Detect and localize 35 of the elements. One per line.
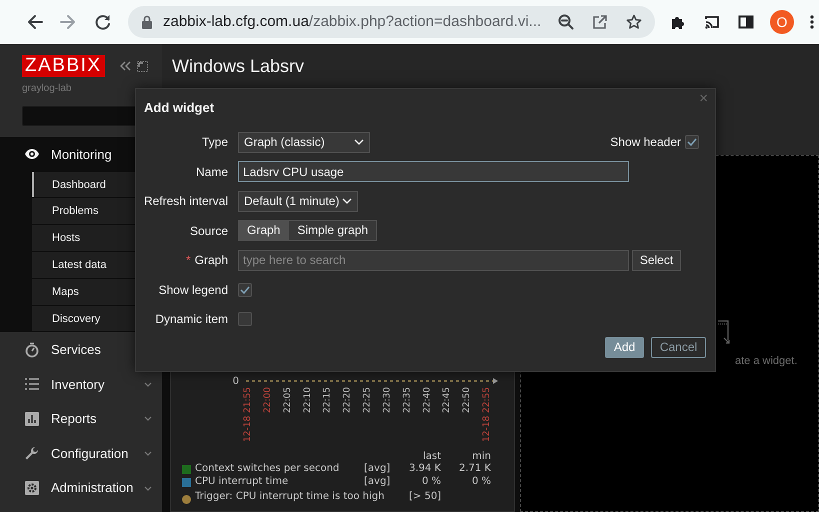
axis-tick-label: 0 xyxy=(232,376,239,386)
legend-value: 2.71 K xyxy=(458,463,491,476)
time-axis-label: 22:45 xyxy=(442,386,452,412)
time-axis-label: 12-18 21:55 xyxy=(243,386,253,442)
legend-label: CPU interrupt time xyxy=(195,476,290,488)
dashboard-title: Windows Labsrv xyxy=(162,44,819,88)
time-axis-label: 22:50 xyxy=(462,386,472,412)
time-axis-label: 22:25 xyxy=(362,386,372,412)
time-axis-label: 22:00 xyxy=(262,386,273,412)
field-label: Source xyxy=(188,222,228,240)
legend-function: [avg] xyxy=(364,463,392,476)
field-label: Show header xyxy=(610,134,681,151)
time-axis-label: 22:05 xyxy=(282,386,293,412)
legend-value: 0 % xyxy=(470,476,491,488)
time-axis-label: 22:20 xyxy=(342,386,353,412)
time-axis-label: 22:40 xyxy=(422,386,432,412)
legend-value: 3.94 K xyxy=(408,463,441,476)
time-axis-label: 22:15 xyxy=(322,386,333,412)
server-name: graylog-lab xyxy=(22,83,72,95)
legend-column-header: min xyxy=(471,450,491,463)
field-label: Type xyxy=(200,134,228,151)
add-widget-hint: ate a widget. xyxy=(735,354,798,369)
time-axis-label: 22:35 xyxy=(402,386,412,412)
time-axis-label: 12-18 22:55 xyxy=(482,386,492,442)
trigger-threshold: [> 50] xyxy=(409,491,442,504)
legend-label: Context switches per second xyxy=(195,463,340,476)
trigger-label: Trigger: CPU interrupt time is too high xyxy=(195,491,386,504)
legend-function: [avg] xyxy=(364,476,392,488)
dialog-title: Add widget xyxy=(144,100,214,115)
time-axis-label: 22:10 xyxy=(302,386,313,412)
field-label: Name xyxy=(194,164,228,180)
legend-column-header: last xyxy=(422,450,441,463)
legend-value: 0 % xyxy=(420,476,441,488)
time-axis-label: 22:30 xyxy=(382,386,392,412)
field-label: * Graph xyxy=(184,252,228,269)
